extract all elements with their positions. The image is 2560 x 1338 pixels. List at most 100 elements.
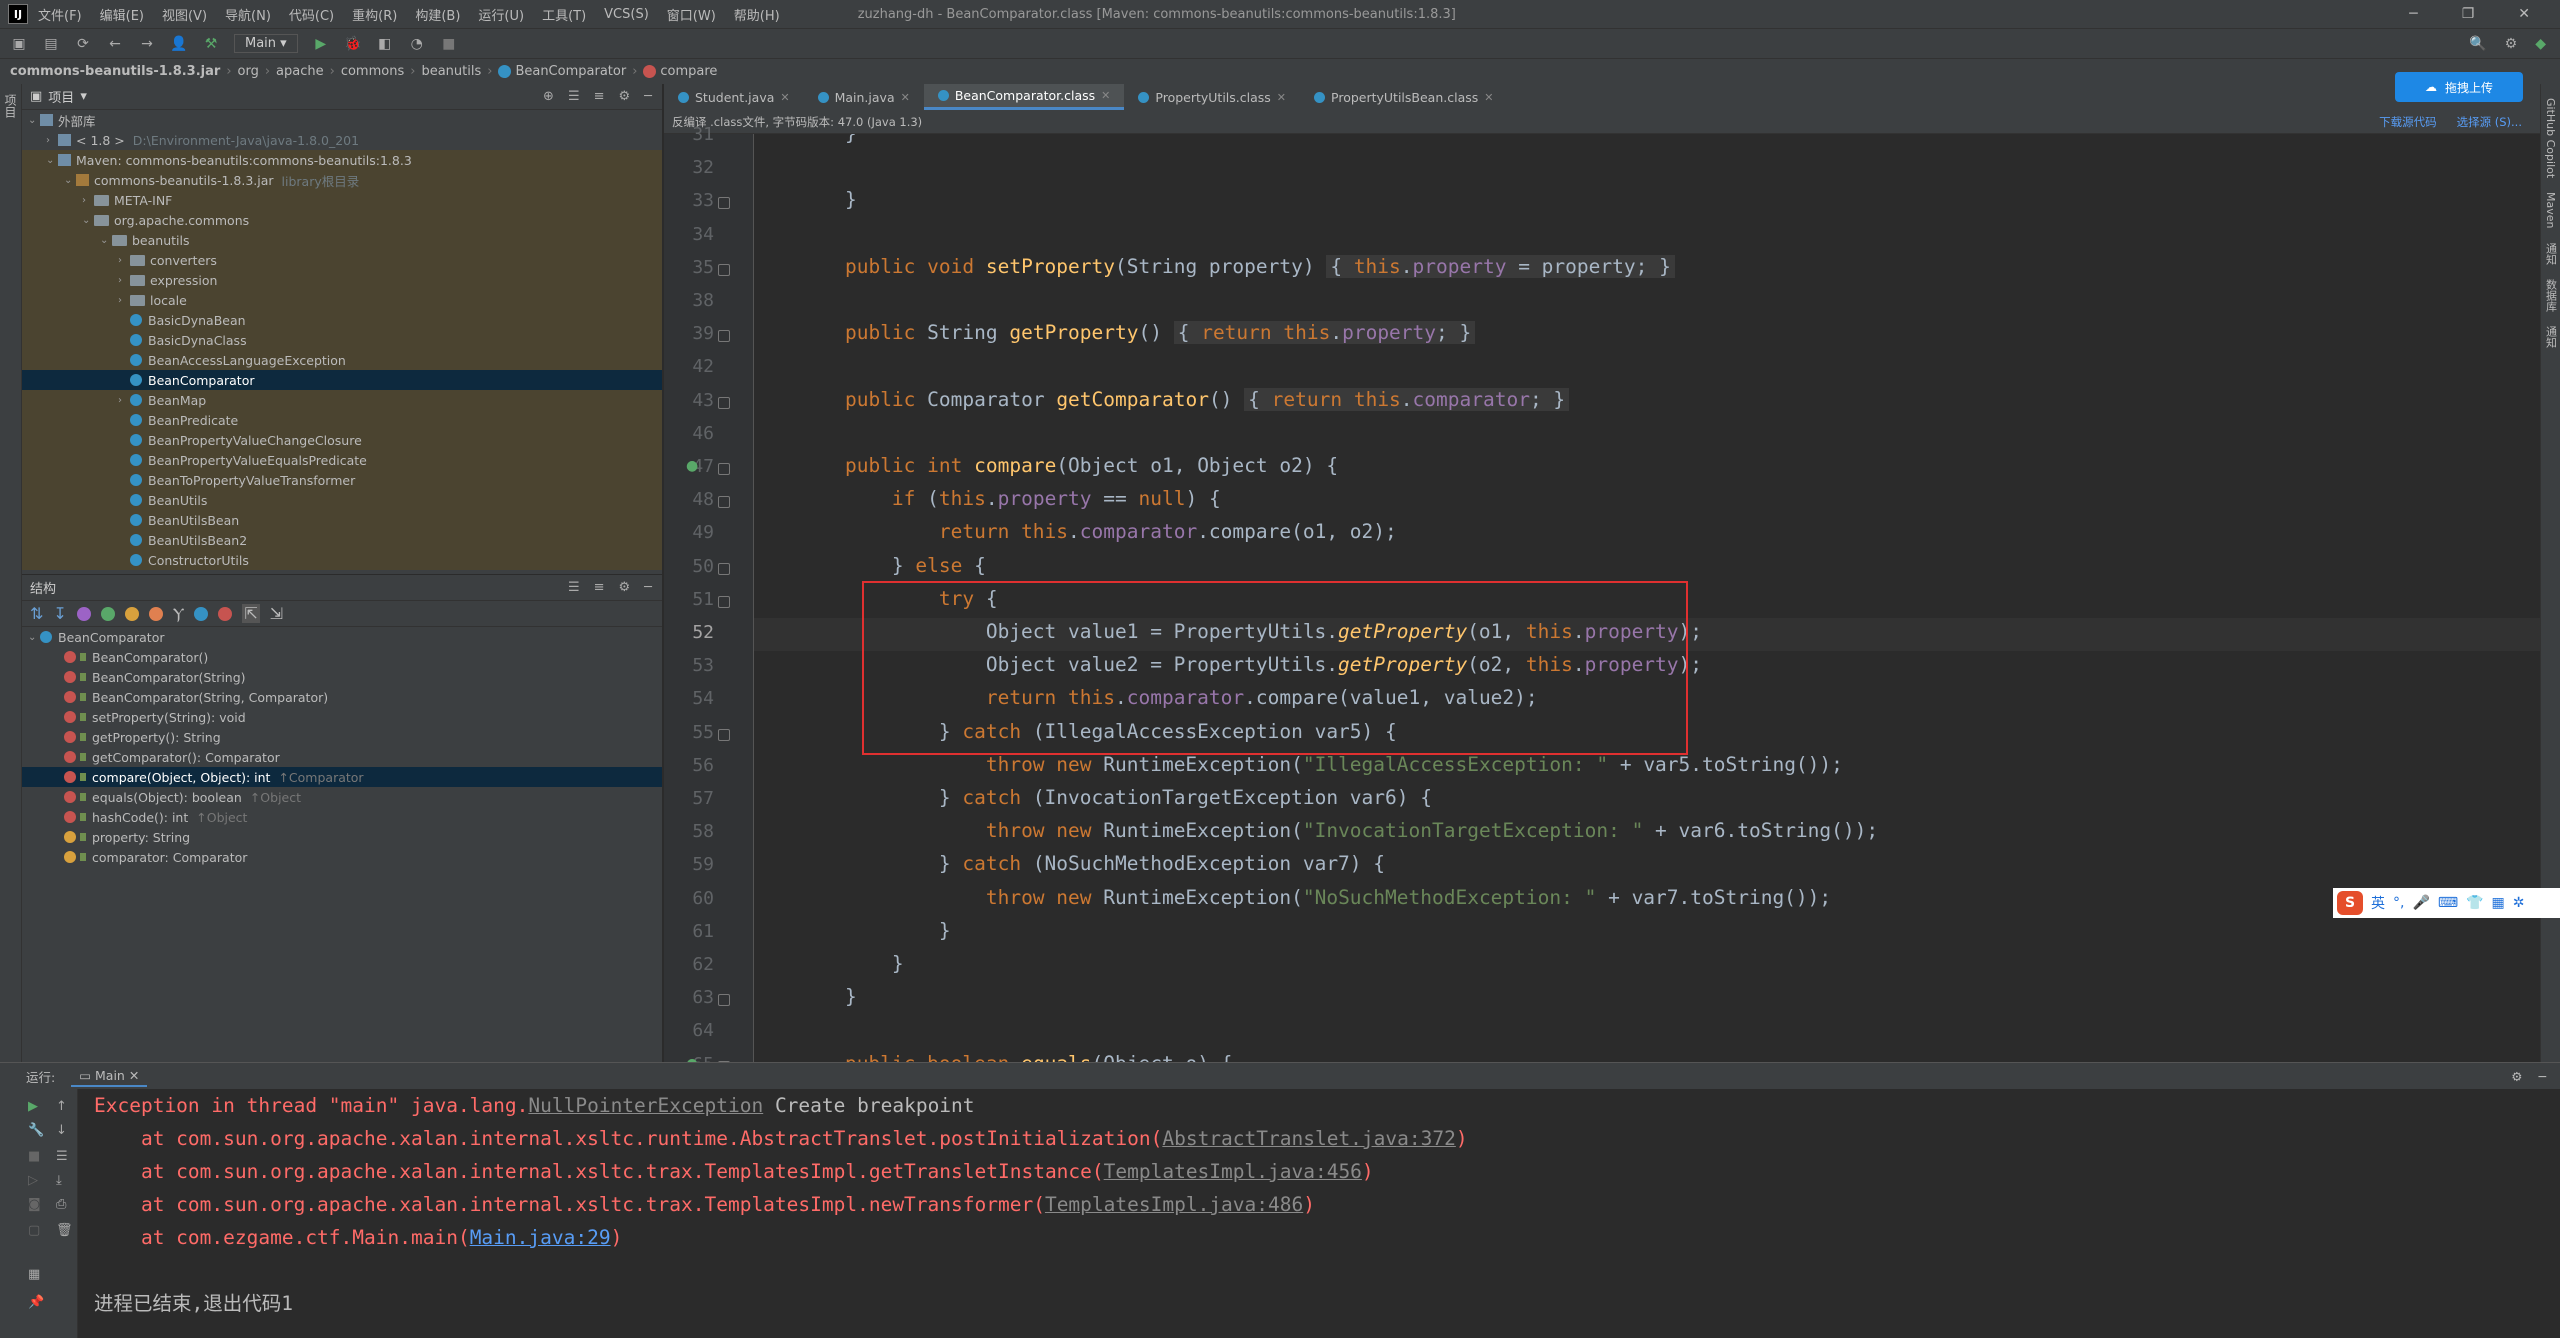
chevron-down-icon[interactable]: ⌄ bbox=[46, 155, 58, 166]
breadcrumb-item[interactable]: commons bbox=[341, 64, 404, 79]
stacktrace-link[interactable]: NullPointerException bbox=[528, 1094, 763, 1117]
chevron-down-icon[interactable]: ⌄ bbox=[100, 235, 112, 246]
scroll-to-end-icon[interactable]: ⤓ bbox=[56, 1173, 62, 1188]
tree-item[interactable]: BeanAccessLanguageException bbox=[22, 350, 662, 370]
tree-item[interactable]: BasicDynaBean bbox=[22, 310, 662, 330]
run-icon[interactable]: ▶ bbox=[312, 36, 330, 52]
tree-item[interactable]: › locale bbox=[22, 290, 662, 310]
gear-icon[interactable]: ⚙ bbox=[619, 580, 631, 595]
wrench-icon[interactable]: 🔧 bbox=[28, 1123, 44, 1138]
forward-icon[interactable]: → bbox=[138, 36, 156, 52]
ime-language[interactable]: 英 bbox=[2371, 893, 2385, 913]
autoscroll-from-source-icon[interactable]: ⇲ bbox=[270, 604, 283, 623]
tree-item[interactable]: BeanToPropertyValueTransformer bbox=[22, 470, 662, 490]
build-hammer-icon[interactable]: ⚒ bbox=[202, 36, 220, 52]
save-all-icon[interactable]: ▤ bbox=[42, 36, 60, 52]
fold-marker-icon[interactable] bbox=[718, 330, 730, 343]
structure-item[interactable]: hashCode(): int ↑Object bbox=[22, 807, 662, 827]
gear-icon[interactable]: ⚙ bbox=[619, 89, 631, 104]
chevron-right-icon[interactable]: › bbox=[118, 255, 130, 266]
fold-marker-icon[interactable] bbox=[718, 496, 730, 509]
structure-item[interactable]: getComparator(): Comparator bbox=[22, 747, 662, 767]
hide-icon[interactable]: ─ bbox=[644, 580, 652, 595]
fold-marker-icon[interactable] bbox=[718, 197, 730, 210]
stop-icon[interactable]: ■ bbox=[440, 36, 458, 52]
show-inherited-icon[interactable] bbox=[100, 606, 115, 621]
chevron-down-icon[interactable]: ⌄ bbox=[64, 175, 76, 186]
profile-icon[interactable]: ◔ bbox=[408, 36, 426, 52]
show-non-public-icon[interactable] bbox=[148, 606, 163, 621]
chevron-down-icon[interactable]: ▾ bbox=[80, 89, 87, 104]
search-icon[interactable]: 🔍 bbox=[2469, 36, 2486, 52]
editor-tab[interactable]: Student.java ✕ bbox=[664, 84, 804, 110]
fold-marker-icon[interactable] bbox=[718, 728, 730, 741]
breadcrumb-item[interactable]: commons-beanutils-1.8.3.jar bbox=[10, 64, 220, 79]
chevron-right-icon[interactable]: › bbox=[118, 275, 130, 286]
breadcrumb-item[interactable]: beanutils bbox=[421, 64, 481, 79]
stacktrace-link[interactable]: Main.java:29 bbox=[470, 1226, 611, 1249]
upload-button[interactable]: ☁ 拖拽上传 bbox=[2395, 72, 2523, 102]
structure-item[interactable]: BeanComparator(String) bbox=[22, 667, 662, 687]
tree-item[interactable]: ⌄ 外部库 bbox=[22, 110, 662, 130]
chevron-right-icon[interactable]: › bbox=[118, 395, 130, 406]
close-tab-icon[interactable]: ✕ bbox=[780, 91, 789, 104]
run-configuration-selector[interactable]: Main ▾ bbox=[234, 34, 298, 53]
tree-item[interactable]: › expression bbox=[22, 270, 662, 290]
chevron-down-icon[interactable]: ⌄ bbox=[82, 215, 94, 226]
minimize-icon[interactable]: ─ bbox=[2409, 6, 2417, 22]
right-tool-button[interactable]: 通知 bbox=[2543, 243, 2559, 265]
stacktrace-link[interactable]: TemplatesImpl.java:456 bbox=[1104, 1160, 1362, 1183]
menu-item[interactable]: 工具(T) bbox=[542, 5, 586, 24]
tree-item[interactable]: BeanUtils bbox=[22, 490, 662, 510]
layout-icon[interactable]: ▦ bbox=[28, 1267, 40, 1282]
toolbox-icon[interactable]: ▦ bbox=[2492, 895, 2505, 911]
run-tab-main[interactable]: ▭ Main ✕ bbox=[71, 1066, 148, 1087]
menu-item[interactable]: VCS(S) bbox=[604, 7, 649, 22]
structure-root[interactable]: ⌄ BeanComparator bbox=[22, 627, 662, 647]
right-tool-button[interactable]: Maven bbox=[2544, 192, 2557, 228]
close-tab-icon[interactable]: ✕ bbox=[1101, 89, 1110, 102]
stop-icon[interactable]: ■ bbox=[28, 1149, 40, 1164]
restore-icon[interactable]: ❐ bbox=[2462, 6, 2475, 22]
tree-item[interactable]: ⌄ Maven: commons-beanutils:commons-beanut… bbox=[22, 150, 662, 170]
menu-item[interactable]: 运行(U) bbox=[478, 5, 524, 24]
close-tab-icon[interactable]: ✕ bbox=[1484, 91, 1493, 104]
scroll-up-icon[interactable]: ↑ bbox=[56, 1099, 67, 1114]
back-icon[interactable]: ← bbox=[106, 36, 124, 52]
collapse-all-icon[interactable]: ≡ bbox=[594, 89, 605, 104]
stacktrace-link[interactable]: TemplatesImpl.java:486 bbox=[1045, 1193, 1303, 1216]
breadcrumb-item[interactable]: BeanComparator bbox=[498, 64, 626, 79]
console-output[interactable]: Exception in thread "main" java.lang.Nul… bbox=[94, 1089, 2534, 1338]
tree-item[interactable]: › META-INF bbox=[22, 190, 662, 210]
resume-icon[interactable]: ▷ bbox=[28, 1173, 38, 1188]
collapse-all-icon[interactable]: ≡ bbox=[594, 580, 605, 595]
chevron-right-icon[interactable]: › bbox=[46, 135, 58, 146]
chevron-right-icon[interactable]: › bbox=[118, 295, 130, 306]
hide-icon[interactable]: ─ bbox=[2538, 1069, 2546, 1084]
locate-icon[interactable]: ⊕ bbox=[543, 89, 554, 104]
editor-tab[interactable]: Main.java ✕ bbox=[804, 84, 924, 110]
tree-item[interactable]: BeanComparator bbox=[22, 370, 662, 390]
settings-icon[interactable]: ✲ bbox=[2513, 895, 2525, 911]
tree-item[interactable]: BeanPropertyValueChangeClosure bbox=[22, 430, 662, 450]
structure-item[interactable]: getProperty(): String bbox=[22, 727, 662, 747]
menu-item[interactable]: 视图(V) bbox=[162, 5, 207, 24]
sort-by-visibility-icon[interactable]: ⇅ bbox=[30, 604, 43, 623]
breadcrumb-item[interactable]: org bbox=[238, 64, 259, 79]
chevron-right-icon[interactable]: › bbox=[82, 195, 94, 206]
breadcrumb-item[interactable]: compare bbox=[643, 64, 717, 79]
show-fields-icon[interactable] bbox=[124, 606, 139, 621]
tree-item[interactable]: › converters bbox=[22, 250, 662, 270]
tree-item[interactable]: › BeanMap bbox=[22, 390, 662, 410]
menu-item[interactable]: 构建(B) bbox=[415, 5, 460, 24]
right-tool-button[interactable]: 通知 bbox=[2543, 326, 2559, 348]
project-tool-button[interactable]: 项目 bbox=[2, 94, 19, 118]
stacktrace-link[interactable]: AbstractTranslet.java:372 bbox=[1162, 1127, 1456, 1150]
breadcrumb-item[interactable]: apache bbox=[276, 64, 324, 79]
structure-item[interactable]: comparator: Comparator bbox=[22, 847, 662, 867]
tree-item[interactable]: › < 1.8 > D:\Environment-Java\java-1.8.0_2… bbox=[22, 130, 662, 150]
tree-item[interactable]: ⌄ commons-beanutils-1.8.3.jar library根目录 bbox=[22, 170, 662, 190]
trash-icon[interactable]: 🗑 bbox=[56, 1223, 73, 1238]
ime-punctuation-icon[interactable]: °, bbox=[2393, 895, 2404, 911]
gear-icon[interactable]: ⚙ bbox=[2511, 1069, 2522, 1084]
